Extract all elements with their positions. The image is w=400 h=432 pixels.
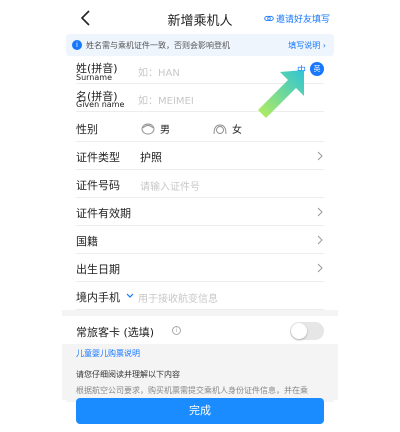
birthdate-label: 出生日期 — [76, 263, 120, 276]
frequent-flyer-row: 常旅客卡 (选填) i — [76, 316, 324, 346]
nationality-label: 国籍 — [76, 235, 98, 248]
gender-female-label: 女 — [232, 125, 242, 136]
frequent-flyer-toggle[interactable] — [290, 322, 324, 340]
invite-friend-button[interactable]: 邀请好友填写 — [264, 12, 330, 25]
id-expiry-label: 证件有效期 — [76, 207, 131, 220]
chevron-right-icon — [317, 207, 323, 217]
surname-sublabel: Surname — [76, 73, 112, 82]
id-type-label: 证件类型 — [76, 151, 120, 164]
gender-female-option[interactable]: 女 — [212, 121, 242, 136]
gender-row: 性别 男 女 — [76, 114, 324, 142]
lang-en-option[interactable]: 英 — [310, 62, 324, 76]
male-avatar-icon — [141, 123, 155, 134]
id-type-row[interactable]: 证件类型 护照 — [76, 142, 324, 170]
read-notice-title: 请您仔细阅读并理解以下内容 — [76, 370, 180, 379]
read-notice-box: 请您仔细阅读并理解以下内容 根据航空公司要求，购买机票需提交乘机人身份证件信息，… — [66, 362, 334, 402]
gender-label: 性别 — [76, 123, 98, 136]
read-notice-body: 根据航空公司要求，购买机票需提交乘机人身份证件信息，并在乘 — [76, 386, 308, 395]
link-icon — [264, 15, 274, 22]
child-infant-ticket-link[interactable]: 儿童婴儿购票说明 — [76, 348, 140, 359]
frequent-flyer-label: 常旅客卡 (选填) — [76, 326, 155, 339]
phone-screen: 新增乘机人 邀请好友填写 i 姓名需与乘机证件一致，否则会影响登机 填写说明 ›… — [62, 0, 338, 432]
help-icon[interactable]: i — [172, 326, 181, 335]
phone-input[interactable]: 用于接收航变信息 — [138, 290, 218, 305]
gender-male-option[interactable]: 男 — [140, 121, 170, 136]
chevron-right-icon — [317, 263, 323, 273]
given-name-sublabel: Given name — [76, 100, 125, 109]
gender-male-label: 男 — [160, 125, 170, 136]
female-avatar-icon — [213, 124, 227, 134]
id-number-label: 证件号码 — [76, 179, 120, 192]
nationality-row[interactable]: 国籍 — [76, 226, 324, 254]
info-icon: i — [72, 40, 82, 50]
toggle-knob — [291, 323, 307, 339]
invite-label: 邀请好友填写 — [275, 15, 330, 25]
id-type-value: 护照 — [140, 151, 162, 164]
chevron-right-icon — [317, 151, 323, 161]
chevron-right-icon — [317, 235, 323, 245]
phone-label: 境内手机 — [76, 291, 120, 304]
nav-header: 新增乘机人 邀请好友填写 — [62, 0, 338, 36]
chevron-down-icon[interactable] — [126, 293, 134, 299]
phone-row: 境内手机 用于接收航变信息 — [76, 282, 324, 310]
id-number-row: 证件号码 请输入证件号 — [76, 170, 324, 198]
notice-text: 姓名需与乘机证件一致，否则会影响登机 — [86, 40, 230, 50]
id-number-input[interactable]: 请输入证件号 — [140, 178, 200, 193]
name-notice-banner: i 姓名需与乘机证件一致，否则会影响登机 填写说明 › — [66, 34, 334, 56]
surname-input[interactable]: 如：HAN — [138, 64, 180, 79]
pointer-arrow-icon — [258, 70, 304, 118]
id-expiry-row[interactable]: 证件有效期 — [76, 198, 324, 226]
birthdate-row[interactable]: 出生日期 — [76, 254, 324, 282]
fill-guide-link[interactable]: 填写说明 › — [288, 40, 326, 51]
done-button[interactable]: 完成 — [76, 398, 324, 424]
given-name-input[interactable]: 如：MEIMEI — [138, 92, 194, 107]
